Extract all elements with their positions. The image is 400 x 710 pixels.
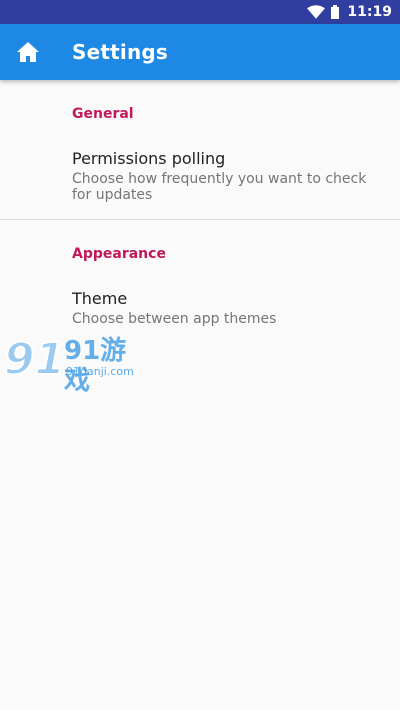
pref-title: Theme bbox=[72, 289, 128, 308]
settings-list: General Permissions polling Choose how f… bbox=[0, 80, 400, 327]
home-icon bbox=[17, 42, 39, 62]
watermark-logo: 91 91游戏 91danji.com bbox=[3, 333, 138, 396]
pref-summary: Choose how frequently you want to check … bbox=[72, 171, 367, 203]
status-time: 11:19 bbox=[347, 4, 392, 20]
watermark-site: 91danji.com bbox=[66, 365, 134, 378]
status-bar: 11:19 bbox=[0, 0, 400, 24]
section-header-general: General bbox=[72, 106, 134, 122]
pref-permissions-polling[interactable]: Permissions polling Choose how frequentl… bbox=[0, 149, 400, 203]
section-header-appearance: Appearance bbox=[72, 246, 166, 262]
home-button[interactable] bbox=[0, 24, 56, 80]
pref-theme[interactable]: Theme Choose between app themes bbox=[0, 289, 400, 327]
pref-title: Permissions polling bbox=[72, 149, 226, 168]
svg-text:91: 91 bbox=[4, 334, 65, 382]
wifi-icon bbox=[307, 5, 326, 19]
page-title: Settings bbox=[72, 40, 169, 64]
battery-icon bbox=[331, 5, 340, 19]
toolbar: Settings bbox=[0, 24, 400, 80]
pref-summary: Choose between app themes bbox=[72, 311, 277, 327]
